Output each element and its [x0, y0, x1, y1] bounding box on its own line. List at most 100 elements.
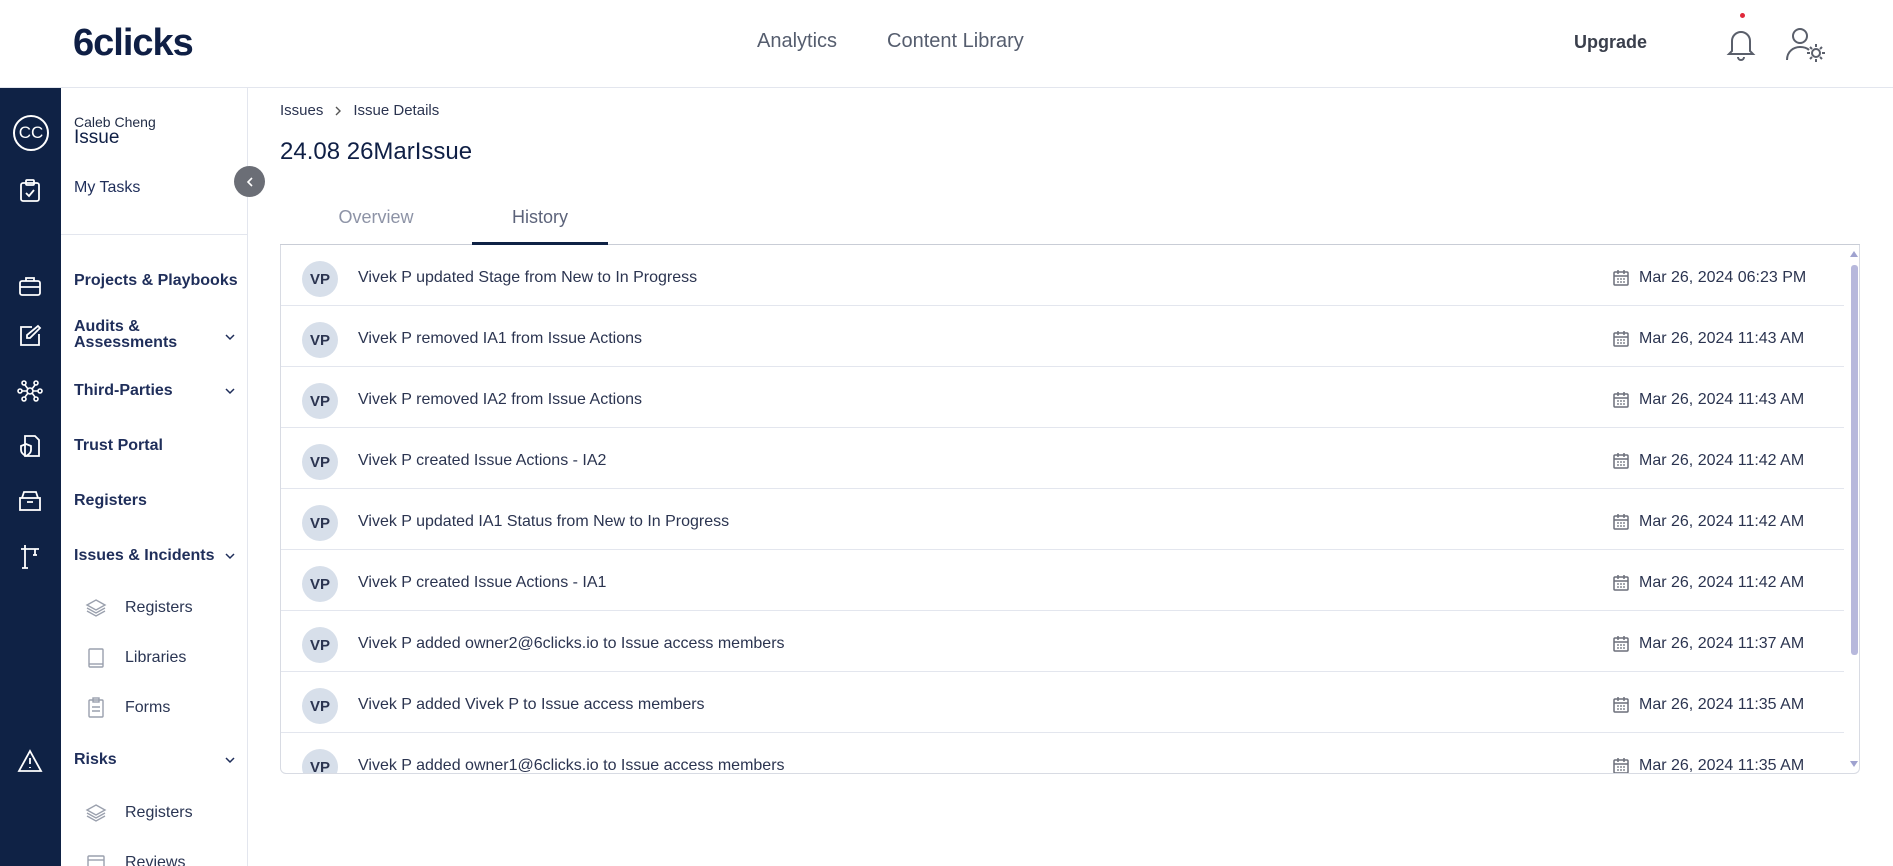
tab-history[interactable]: History: [472, 200, 608, 245]
user-avatar[interactable]: CC: [13, 115, 49, 151]
avatar: VP: [302, 383, 338, 419]
edit-icon[interactable]: [13, 319, 47, 353]
history-row: VP Vivek P added owner2@6clicks.io to Iss…: [281, 611, 1844, 672]
avatar: VP: [302, 261, 338, 297]
icon-rail: CC: [0, 88, 61, 866]
history-text: Vivek P updated Stage from New to In Pro…: [358, 269, 698, 286]
sidebar-subitem-risks-registers[interactable]: Registers: [85, 802, 193, 824]
warning-icon[interactable]: [13, 744, 47, 778]
network-icon[interactable]: [13, 374, 47, 408]
history-row: VP Vivek P created Issue Actions - IA1 Mar…: [281, 550, 1844, 611]
sidebar-user-block: Caleb Cheng Issue: [74, 115, 156, 148]
breadcrumb-current: Issue Details: [353, 102, 440, 119]
context-title: Issue: [74, 127, 120, 148]
calendar-icon: [1613, 392, 1629, 408]
crane-icon[interactable]: [13, 539, 47, 573]
nav-content-library[interactable]: Content Library: [887, 30, 1024, 53]
sidebar-item-third-parties[interactable]: Third-Parties: [74, 382, 173, 400]
history-row: VP Vivek P added Vivek P to Issue access …: [281, 672, 1844, 733]
sidebar-subitem-label: Forms: [125, 699, 171, 716]
avatar: VP: [302, 322, 338, 358]
avatar: VP: [302, 444, 338, 480]
sidebar-item-issues-incidents[interactable]: Issues & Incidents: [74, 547, 215, 565]
calendar-icon: [1613, 270, 1629, 286]
calendar-icon: [1613, 453, 1629, 469]
breadcrumb-issues[interactable]: Issues: [280, 102, 323, 119]
history-timestamp: Mar 26, 2024 11:35 AM: [1639, 757, 1805, 774]
history-timestamp: Mar 26, 2024 11:35 AM: [1639, 696, 1805, 713]
history-row: VP Vivek P added owner1@6clicks.io to Iss…: [281, 733, 1844, 774]
history-timestamp: Mar 26, 2024 11:42 AM: [1639, 513, 1805, 530]
sidebar-subitem-libraries[interactable]: Libraries: [85, 647, 186, 669]
briefcase-icon[interactable]: [13, 269, 47, 303]
top-nav: Analytics Content Library: [757, 30, 1024, 53]
sidebar-item-registers[interactable]: Registers: [74, 492, 147, 510]
page-title: 24.08 26MarIssue: [280, 138, 473, 165]
breadcrumb: Issues Issue Details: [280, 102, 439, 119]
chevron-right-icon: [335, 106, 342, 115]
avatar: VP: [302, 566, 338, 602]
sidebar: Caleb Cheng Issue My Tasks Projects & Pl…: [61, 88, 248, 866]
sidebar-item-audits[interactable]: Audits & Assessments: [74, 319, 204, 351]
tab-overview[interactable]: Overview: [280, 200, 472, 245]
history-list: VP Vivek P added owner1@6clicks.io to Iss…: [280, 245, 1860, 774]
tasks-icon[interactable]: [13, 174, 47, 208]
history-row: VP Vivek P updated IA1 Status from New to…: [281, 489, 1844, 550]
history-timestamp: Mar 26, 2024 11:43 AM: [1639, 330, 1805, 347]
bell-icon[interactable]: [1724, 26, 1758, 62]
history-text: Vivek P added owner1@6clicks.io to Issue…: [358, 757, 785, 774]
history-timestamp: Mar 26, 2024 11:42 AM: [1639, 574, 1805, 591]
sidebar-subitem-issues-registers[interactable]: Registers: [85, 597, 193, 619]
layers-icon: [85, 804, 107, 822]
sidebar-subitem-forms[interactable]: Forms: [85, 697, 170, 719]
sidebar-item-projects[interactable]: Projects & Playbooks: [74, 272, 238, 290]
brand-logo[interactable]: 6clicks: [73, 22, 194, 65]
sidebar-divider: [61, 234, 247, 235]
history-text: Vivek P updated IA1 Status from New to I…: [358, 513, 730, 530]
history-text: Vivek P created Issue Actions - IA2: [358, 452, 607, 469]
calendar-icon: [1613, 636, 1629, 652]
sidebar-subitem-label: Reviews: [125, 854, 186, 866]
calendar-icon: [1613, 514, 1629, 530]
avatar: VP: [302, 505, 338, 541]
main-content: Issues Issue Details 24.08 26MarIssue Ov…: [248, 88, 1893, 866]
top-bar: 6clicks Analytics Content Library Upgrad…: [0, 0, 1893, 88]
sidebar-subitem-reviews[interactable]: Reviews: [85, 852, 185, 866]
sidebar-subitem-label: Registers: [125, 599, 193, 616]
avatar: VP: [302, 688, 338, 724]
chevron-down-icon[interactable]: [225, 332, 235, 342]
sidebar-subitem-label: Libraries: [125, 649, 187, 666]
calendar-icon: [1613, 697, 1629, 713]
sidebar-subitem-label: Registers: [125, 804, 193, 821]
document-shield-icon[interactable]: [13, 429, 47, 463]
sidebar-item-risks[interactable]: Risks: [74, 751, 117, 769]
chevron-down-icon[interactable]: [225, 386, 235, 396]
layers-icon: [85, 599, 107, 617]
scrollbar[interactable]: [1847, 245, 1859, 773]
scrollbar-thumb[interactable]: [1851, 265, 1858, 655]
tab-bar: Overview History: [280, 200, 1860, 245]
calendar-icon: [1613, 575, 1629, 591]
history-timestamp: Mar 26, 2024 06:23 PM: [1639, 269, 1807, 286]
history-row: VP Vivek P created Issue Actions - IA2 Mar…: [281, 428, 1844, 489]
avatar: VP: [302, 749, 338, 773]
calendar-icon: [1613, 758, 1629, 773]
sidebar-item-trust-portal[interactable]: Trust Portal: [74, 437, 163, 455]
chevron-down-icon[interactable]: [225, 551, 235, 561]
scroll-up-arrow[interactable]: [1850, 251, 1858, 257]
box-icon[interactable]: [13, 484, 47, 518]
nav-analytics[interactable]: Analytics: [757, 30, 837, 53]
chevron-down-icon[interactable]: [225, 755, 235, 765]
scroll-down-arrow[interactable]: [1850, 761, 1858, 767]
upgrade-link[interactable]: Upgrade: [1574, 32, 1647, 53]
history-text: Vivek P removed IA1 from Issue Actions: [358, 330, 642, 347]
history-row: VP Vivek P removed IA1 from Issue Actions…: [281, 306, 1844, 367]
sidebar-item-my-tasks[interactable]: My Tasks: [74, 179, 140, 197]
history-row: VP Vivek P updated Stage from New to In P…: [281, 245, 1844, 306]
history-text: Vivek P added Vivek P to Issue access me…: [358, 696, 705, 713]
user-settings-icon[interactable]: [1784, 24, 1828, 64]
history-timestamp: Mar 26, 2024 11:43 AM: [1639, 391, 1805, 408]
avatar: VP: [302, 627, 338, 663]
sidebar-collapse-button[interactable]: [234, 166, 265, 197]
chevron-left-icon: [246, 176, 253, 187]
